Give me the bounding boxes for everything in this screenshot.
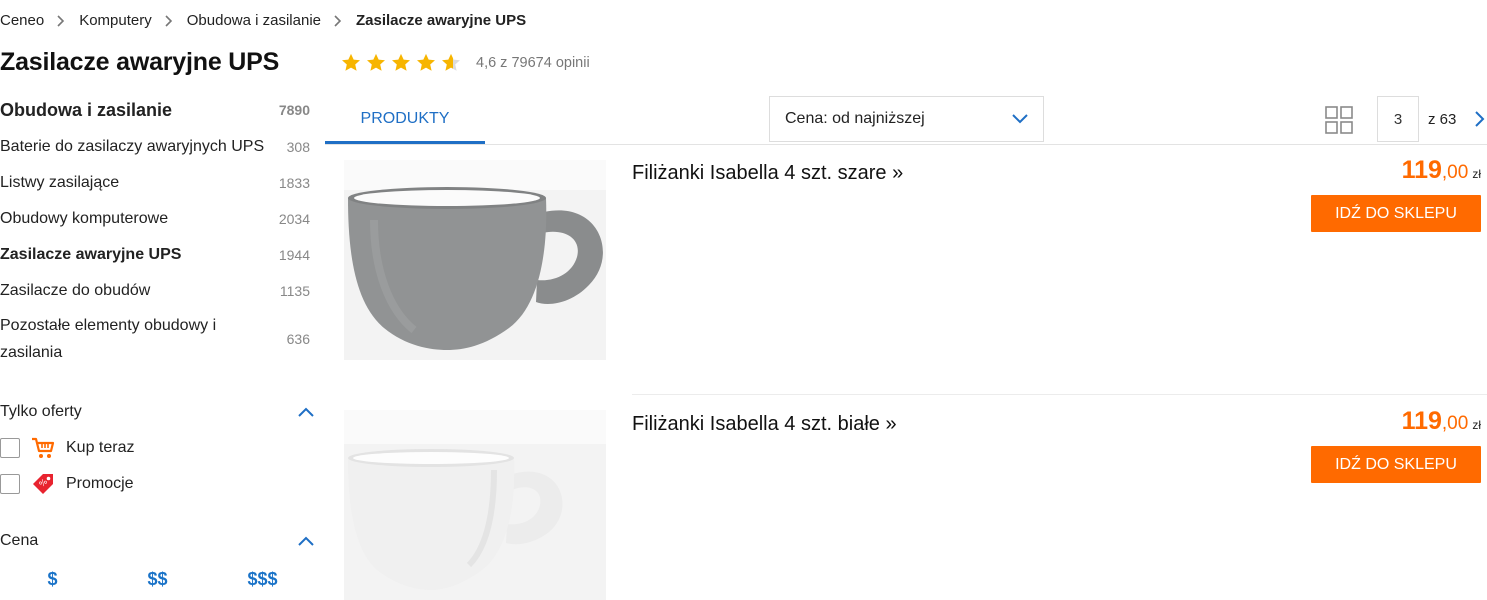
checkbox[interactable] — [0, 438, 20, 458]
category-label: Pozostałe elementy obudowy i zasilania — [0, 317, 217, 361]
chevron-right-icon — [165, 14, 172, 27]
product-name[interactable]: Filiżanki Isabella 4 szt. szare » — [632, 162, 903, 185]
grid-view-icon[interactable] — [1325, 106, 1353, 134]
go-to-shop-button[interactable]: IDŹ DO SKLEPU — [1311, 195, 1481, 232]
breadcrumb: Ceneo Komputery Obudowa i zasilanie Zasi… — [0, 12, 526, 29]
price-tiers: $ $$ $$$ — [0, 569, 315, 590]
category-item[interactable]: Pozostałe elementy obudowy i zasilania 6… — [0, 312, 310, 366]
category-count: 1944 — [278, 247, 310, 263]
category-count: 1135 — [279, 283, 310, 299]
price-integer: 119 — [1401, 156, 1442, 184]
category-list: Obudowa i zasilanie 7890 Baterie do zasi… — [0, 96, 310, 366]
price-decimal: ,00 — [1441, 413, 1469, 434]
chevron-right-icon — [334, 14, 342, 27]
toolbar-divider — [325, 144, 1487, 145]
price-heading: Cena — [0, 532, 39, 549]
product-price: 119 ,00 zł — [1402, 407, 1481, 436]
offer-label: Kup teraz — [66, 439, 135, 456]
rating-stars — [340, 52, 462, 74]
go-to-shop-button[interactable]: IDŹ DO SKLEPU — [1311, 446, 1481, 483]
price-currency: zł — [1472, 418, 1481, 432]
offers-heading: Tylko oferty — [0, 403, 82, 420]
checkbox[interactable] — [0, 474, 20, 494]
category-label: Baterie do zasilaczy awaryjnych UPS — [0, 138, 265, 155]
offers-header[interactable]: Tylko oferty — [0, 400, 315, 424]
chevron-up-icon[interactable] — [297, 406, 315, 418]
chevron-down-icon — [1012, 114, 1028, 124]
breadcrumb-komputery[interactable]: Komputery — [79, 12, 152, 29]
page-total: z 63 — [1428, 111, 1457, 128]
category-item[interactable]: Zasilacze do obudów 1135 — [0, 278, 310, 304]
half-star-icon — [442, 53, 460, 71]
star-icon — [342, 53, 360, 71]
product-price: 119 ,00 zł — [1402, 156, 1481, 185]
category-item[interactable]: Listwy zasilające 1833 — [0, 170, 310, 196]
cart-icon — [32, 437, 55, 458]
product-name[interactable]: Filiżanki Isabella 4 szt. białe » — [632, 413, 897, 436]
price-tag-icon: % — [33, 474, 53, 494]
category-parent[interactable]: Obudowa i zasilanie 7890 — [0, 96, 310, 124]
category-label: Listwy zasilające — [0, 174, 120, 191]
category-count: 308 — [286, 139, 310, 155]
star-icon — [417, 53, 435, 71]
rating-text[interactable]: 4,6 z 79674 opinii — [476, 55, 590, 71]
price-header[interactable]: Cena — [0, 529, 315, 553]
offer-option-promocje[interactable]: % Promocje — [0, 466, 315, 502]
price-integer: 119 — [1401, 407, 1442, 435]
breadcrumb-ceneo[interactable]: Ceneo — [0, 12, 44, 29]
tab-produkty[interactable]: PRODUKTY — [325, 96, 485, 144]
price-tier-low[interactable]: $ — [0, 569, 105, 590]
chevron-up-icon[interactable] — [297, 535, 315, 547]
category-count: 636 — [286, 331, 310, 347]
price-tier-high[interactable]: $$$ — [210, 569, 315, 590]
chevron-right-icon — [57, 14, 65, 27]
category-count: 7890 — [278, 102, 310, 118]
rating[interactable]: 4,6 z 79674 opinii — [340, 52, 590, 74]
category-item-active[interactable]: Zasilacze awaryjne UPS 1944 — [0, 242, 310, 268]
chevron-right-icon[interactable] — [1474, 110, 1486, 128]
offer-label: Promocje — [66, 475, 134, 492]
page-number-input[interactable]: 3 — [1377, 96, 1419, 142]
page-title: Zasilacze awaryjne UPS — [0, 48, 280, 76]
product-image[interactable] — [344, 410, 606, 600]
star-icon — [367, 53, 385, 71]
category-label: Zasilacze awaryjne UPS — [0, 246, 182, 263]
category-item[interactable]: Obudowy komputerowe 2034 — [0, 206, 310, 232]
category-count: 2034 — [278, 211, 310, 227]
offers-filter: Tylko oferty Kup teraz % Promocje — [0, 400, 315, 502]
sort-select[interactable]: Cena: od najniższej — [769, 96, 1044, 142]
category-count: 1833 — [278, 175, 310, 191]
sort-label: Cena: od najniższej — [785, 110, 925, 127]
product-image[interactable] — [344, 160, 606, 360]
offer-option-kup-teraz[interactable]: Kup teraz — [0, 430, 315, 466]
breadcrumb-current: Zasilacze awaryjne UPS — [356, 12, 527, 29]
price-currency: zł — [1472, 167, 1481, 181]
star-icon — [392, 53, 410, 71]
category-label: Zasilacze do obudów — [0, 282, 151, 299]
price-decimal: ,00 — [1441, 162, 1469, 183]
breadcrumb-obudowa[interactable]: Obudowa i zasilanie — [187, 12, 321, 29]
category-label: Obudowa i zasilanie — [0, 99, 173, 120]
price-filter: Cena $ $$ $$$ — [0, 529, 315, 590]
row-divider — [632, 394, 1487, 395]
category-item[interactable]: Baterie do zasilaczy awaryjnych UPS 308 — [0, 134, 310, 160]
category-label: Obudowy komputerowe — [0, 210, 169, 227]
price-tier-mid[interactable]: $$ — [105, 569, 210, 590]
